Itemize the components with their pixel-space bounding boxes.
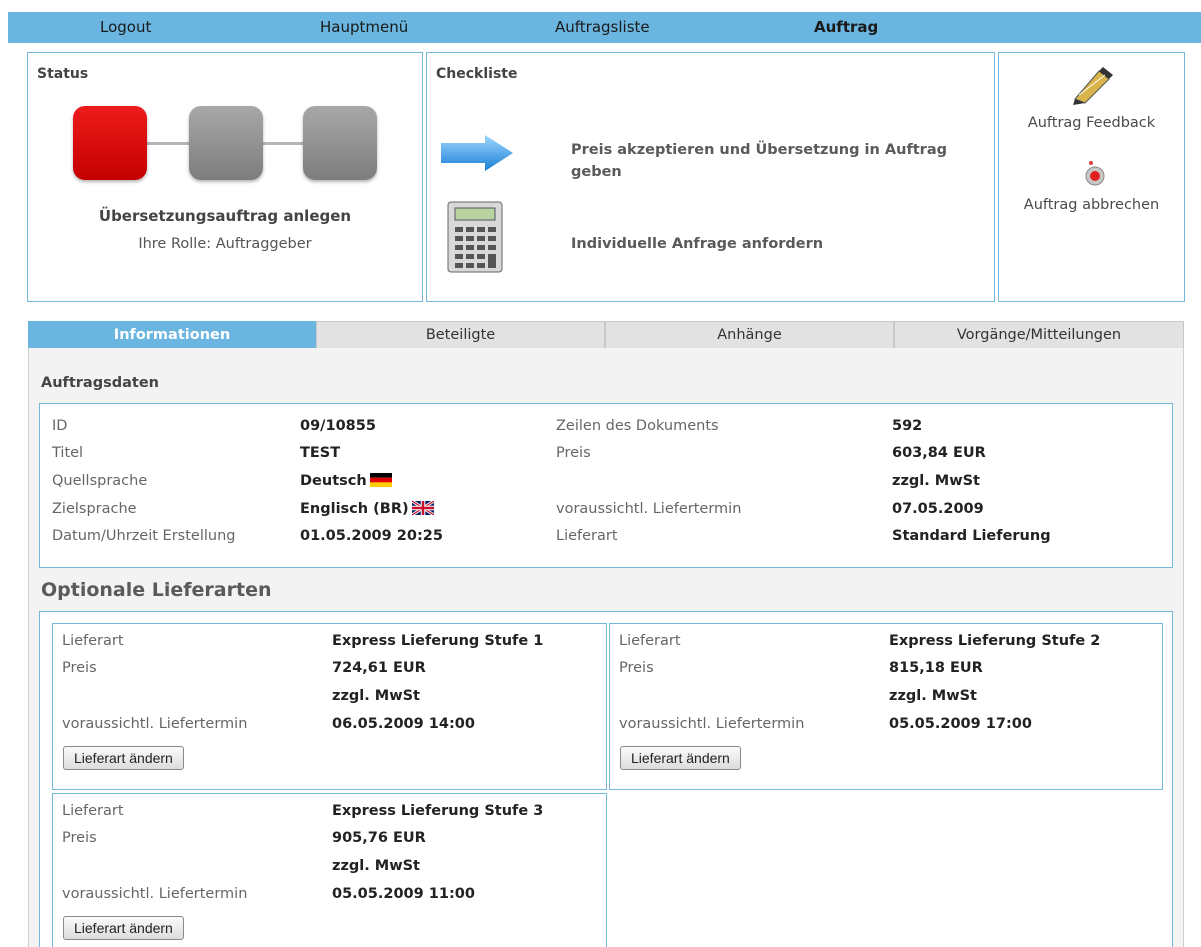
option-3-price-label: Preis bbox=[62, 830, 97, 846]
status-role: Ihre Rolle: Auftraggeber bbox=[138, 236, 312, 252]
label-line-count: Zeilen des Dokuments bbox=[556, 418, 719, 434]
option-1-tax: zzgl. MwSt bbox=[332, 688, 420, 704]
option-3-date: 05.05.2009 11:00 bbox=[332, 886, 475, 902]
nav-order-list[interactable]: Auftragsliste bbox=[555, 18, 650, 36]
order-data-heading: Auftragsdaten bbox=[41, 375, 159, 391]
nav-order[interactable]: Auftrag bbox=[814, 18, 878, 36]
change-delivery-button-1[interactable]: Lieferart ändern bbox=[63, 746, 184, 770]
feedback-link[interactable]: Auftrag Feedback bbox=[999, 115, 1184, 131]
option-2-price-label: Preis bbox=[619, 660, 654, 676]
optional-delivery-box: Lieferart Express Lieferung Stufe 1 Prei… bbox=[39, 611, 1173, 947]
tab-informationen[interactable]: Informationen bbox=[28, 321, 316, 348]
option-2-tax: zzgl. MwSt bbox=[889, 688, 977, 704]
option-3-date-label: voraussichtl. Liefertermin bbox=[62, 886, 248, 902]
target-language-text: Englisch (BR) bbox=[300, 501, 409, 517]
checklist-item-accept-price[interactable]: Preis akzeptieren und Übersetzung in Auf… bbox=[571, 139, 991, 183]
option-2-type: Express Lieferung Stufe 2 bbox=[889, 633, 1101, 649]
cancel-icon bbox=[1085, 161, 1105, 186]
cancel-order-link[interactable]: Auftrag abbrechen bbox=[999, 197, 1184, 213]
label-target-language: Zielsprache bbox=[52, 501, 137, 517]
label-delivery-date: voraussichtl. Liefertermin bbox=[556, 501, 742, 517]
label-title: Titel bbox=[52, 445, 84, 461]
label-id: ID bbox=[52, 418, 68, 434]
option-1-type-label: Lieferart bbox=[62, 633, 124, 649]
calculator-icon bbox=[447, 201, 503, 273]
option-1-price-label: Preis bbox=[62, 660, 97, 676]
checklist-title: Checkliste bbox=[436, 66, 518, 82]
checklist-panel: Checkliste Preis akzeptieren und Überset… bbox=[426, 52, 995, 302]
option-1-price: 724,61 EUR bbox=[332, 660, 426, 676]
actions-panel: Auftrag Feedback Auftrag abbrechen bbox=[998, 52, 1185, 302]
arrow-icon bbox=[441, 135, 513, 171]
status-panel: Status Übersetzungsauftrag anlegen Ihre … bbox=[27, 52, 423, 302]
nav-main-menu[interactable]: Hauptmenü bbox=[320, 18, 408, 36]
change-delivery-button-2[interactable]: Lieferart ändern bbox=[620, 746, 741, 770]
tab-beteiligte[interactable]: Beteiligte bbox=[316, 321, 605, 348]
delivery-option-1: Lieferart Express Lieferung Stufe 1 Prei… bbox=[52, 623, 607, 790]
option-3-type: Express Lieferung Stufe 3 bbox=[332, 803, 544, 819]
option-1-type: Express Lieferung Stufe 1 bbox=[332, 633, 544, 649]
value-created: 01.05.2009 20:25 bbox=[300, 528, 443, 544]
status-step-label: Übersetzungsauftrag anlegen bbox=[98, 207, 352, 225]
option-1-date-label: voraussichtl. Liefertermin bbox=[62, 716, 248, 732]
optional-delivery-heading: Optionale Lieferarten bbox=[41, 579, 272, 601]
option-2-type-label: Lieferart bbox=[619, 633, 681, 649]
value-delivery-type: Standard Lieferung bbox=[892, 528, 1051, 544]
label-price: Preis bbox=[556, 445, 591, 461]
order-data-box: ID 09/10855 Titel TEST Quellsprache Deut… bbox=[39, 403, 1173, 568]
feedback-pen-icon bbox=[1073, 67, 1113, 105]
status-step-2 bbox=[189, 106, 263, 180]
checklist-item-request-quote[interactable]: Individuelle Anfrage anfordern bbox=[571, 233, 991, 255]
tab-content: Auftragsdaten ID 09/10855 Titel TEST Que… bbox=[28, 348, 1184, 947]
uk-flag-icon bbox=[411, 501, 434, 515]
status-step-1-active bbox=[73, 106, 147, 180]
value-price: 603,84 EUR bbox=[892, 445, 986, 461]
value-delivery-date: 07.05.2009 bbox=[892, 501, 984, 517]
label-delivery-type: Lieferart bbox=[556, 528, 618, 544]
option-2-date-label: voraussichtl. Liefertermin bbox=[619, 716, 805, 732]
tab-anhaenge[interactable]: Anhänge bbox=[605, 321, 894, 348]
option-2-date: 05.05.2009 17:00 bbox=[889, 716, 1032, 732]
nav-logout[interactable]: Logout bbox=[100, 18, 151, 36]
option-2-price: 815,18 EUR bbox=[889, 660, 983, 676]
delivery-option-2: Lieferart Express Lieferung Stufe 2 Prei… bbox=[609, 623, 1163, 790]
source-language-text: Deutsch bbox=[300, 473, 367, 489]
value-title: TEST bbox=[300, 445, 341, 461]
top-navigation: Logout Hauptmenü Auftragsliste Auftrag bbox=[8, 12, 1201, 43]
option-1-date: 06.05.2009 14:00 bbox=[332, 716, 475, 732]
tab-bar: Informationen Beteiligte Anhänge Vorgäng… bbox=[28, 321, 1184, 348]
label-created: Datum/Uhrzeit Erstellung bbox=[52, 528, 236, 544]
status-step-3 bbox=[303, 106, 377, 180]
option-3-price: 905,76 EUR bbox=[332, 830, 426, 846]
status-title: Status bbox=[37, 66, 89, 82]
value-line-count: 592 bbox=[892, 418, 923, 434]
delivery-option-3: Lieferart Express Lieferung Stufe 3 Prei… bbox=[52, 793, 607, 947]
option-3-tax: zzgl. MwSt bbox=[332, 858, 420, 874]
change-delivery-button-3[interactable]: Lieferart ändern bbox=[63, 916, 184, 940]
german-flag-icon bbox=[369, 473, 392, 487]
value-source-language: Deutsch bbox=[300, 473, 392, 489]
label-source-language: Quellsprache bbox=[52, 473, 148, 489]
value-target-language: Englisch (BR) bbox=[300, 501, 434, 517]
tab-vorgaenge[interactable]: Vorgänge/Mitteilungen bbox=[894, 321, 1184, 348]
value-id: 09/10855 bbox=[300, 418, 376, 434]
option-3-type-label: Lieferart bbox=[62, 803, 124, 819]
value-tax-note: zzgl. MwSt bbox=[892, 473, 980, 489]
